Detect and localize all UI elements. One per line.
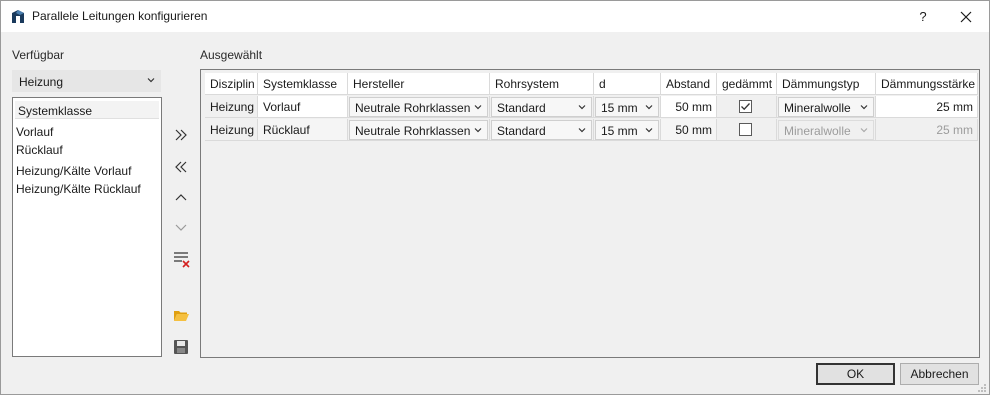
cell-disziplin: Heizung [205,119,258,141]
available-label: Verfügbar [12,48,65,62]
diameter-select-value: 15 mm [601,124,638,138]
move-up-icon [175,194,187,201]
manufacturer-select-value: Neutrale Rohrklassen [355,124,471,138]
column-header-daemmungstyp[interactable]: Dämmungstyp [777,73,876,95]
chevron-down-icon [645,128,653,133]
clear-list-button[interactable] [170,247,192,269]
title-bar: Parallele Leitungen konfigurieren ? [1,1,989,32]
chevron-down-icon [645,105,653,110]
cell-abstand[interactable]: 50 mm [661,119,717,141]
cell-systemklasse[interactable]: Rücklauf [258,119,348,141]
move-up-button[interactable] [170,187,192,209]
cell-daemmungsstaerke: 25 mm [876,119,978,141]
column-header-abstand[interactable]: Abstand [661,73,717,95]
cell-hersteller[interactable]: Neutrale Rohrklassen [348,119,490,141]
help-button[interactable]: ? [909,3,937,30]
list-item[interactable]: Heizung/Kälte Vorlauf [16,162,160,180]
cell-gedaemmt[interactable] [717,119,777,141]
column-header-systemklasse[interactable]: Systemklasse [258,73,348,95]
move-all-right-button[interactable] [170,124,192,146]
open-button[interactable] [170,306,192,328]
move-all-right-icon [175,129,187,141]
cell-daemmungsstaerke[interactable]: 25 mm [876,96,978,118]
column-header-daemmungsstaerke[interactable]: Dämmungsstärke [876,73,978,95]
insulation-type-select[interactable]: Mineralwolle [778,97,874,117]
cell-systemklasse[interactable]: Vorlauf [258,96,348,118]
cell-rohrsystem[interactable]: Standard [490,96,594,118]
selected-label: Ausgewählt [200,48,263,62]
chevron-down-icon [474,105,482,110]
column-header-disziplin[interactable]: Disziplin [205,73,258,95]
diameter-select[interactable]: 15 mm [595,120,659,140]
chevron-down-icon [578,128,586,133]
ok-button[interactable]: OK [816,363,895,385]
cell-gedaemmt[interactable] [717,96,777,118]
chevron-down-icon [860,128,868,133]
discipline-select-value: Heizung [19,75,64,89]
cell-d[interactable]: 15 mm [594,96,661,118]
discipline-select[interactable]: Heizung [12,70,161,92]
chevron-down-icon [147,78,155,83]
diameter-select-value: 15 mm [601,101,638,115]
diameter-select[interactable]: 15 mm [595,97,659,117]
move-all-left-button[interactable] [170,156,192,178]
pipe-system-select-value: Standard [497,101,546,115]
chevron-down-icon [860,105,868,110]
save-button[interactable] [170,336,192,358]
list-item[interactable]: Heizung/Kälte Rücklauf [16,180,160,198]
manufacturer-select-value: Neutrale Rohrklassen [355,101,471,115]
checkmark-icon [741,103,750,111]
close-icon [960,11,972,23]
insulation-type-select-value: Mineralwolle [784,101,851,115]
available-list-header: Systemklasse [15,101,159,119]
cell-disziplin: Heizung [205,96,258,118]
cell-daemmungstyp: Mineralwolle [777,119,876,141]
cancel-button[interactable]: Abbrechen [900,363,979,385]
app-logo-icon [11,9,25,24]
close-button[interactable] [951,3,981,30]
list-item[interactable]: Vorlauf [16,123,160,141]
cell-hersteller[interactable]: Neutrale Rohrklassen [348,96,490,118]
column-header-gedaemmt[interactable]: gedämmt [717,73,777,95]
cell-rohrsystem[interactable]: Standard [490,119,594,141]
chevron-down-icon [474,128,482,133]
move-down-button[interactable] [170,216,192,238]
manufacturer-select[interactable]: Neutrale Rohrklassen [349,97,488,117]
manufacturer-select[interactable]: Neutrale Rohrklassen [349,120,488,140]
insulated-checkbox[interactable] [739,100,752,113]
move-all-left-icon [175,161,187,173]
cell-abstand[interactable]: 50 mm [661,96,717,118]
chevron-down-icon [578,105,586,110]
open-folder-icon [174,311,189,321]
cell-daemmungstyp[interactable]: Mineralwolle [777,96,876,118]
pipe-system-select-value: Standard [497,124,546,138]
list-item[interactable]: Rücklauf [16,141,160,159]
move-down-icon [175,224,187,231]
column-header-hersteller[interactable]: Hersteller [348,73,490,95]
insulation-type-select: Mineralwolle [778,120,874,140]
window-title: Parallele Leitungen konfigurieren [32,9,208,23]
column-header-d[interactable]: d [594,73,661,95]
save-icon [174,340,188,354]
insulated-checkbox[interactable] [739,123,752,136]
pipe-system-select[interactable]: Standard [491,120,592,140]
resize-grip-icon[interactable] [977,383,987,393]
cell-d[interactable]: 15 mm [594,119,661,141]
selected-grid: Disziplin Systemklasse Hersteller Rohrsy… [200,69,980,358]
clear-list-icon [174,252,190,268]
available-list[interactable]: Systemklasse Vorlauf Rücklauf Heizung/Kä… [12,97,162,357]
pipe-system-select[interactable]: Standard [491,97,592,117]
dialog-window: Parallele Leitungen konfigurieren ? Verf… [0,0,990,395]
insulation-type-select-value: Mineralwolle [784,124,851,138]
column-header-rohrsystem[interactable]: Rohrsystem [490,73,594,95]
